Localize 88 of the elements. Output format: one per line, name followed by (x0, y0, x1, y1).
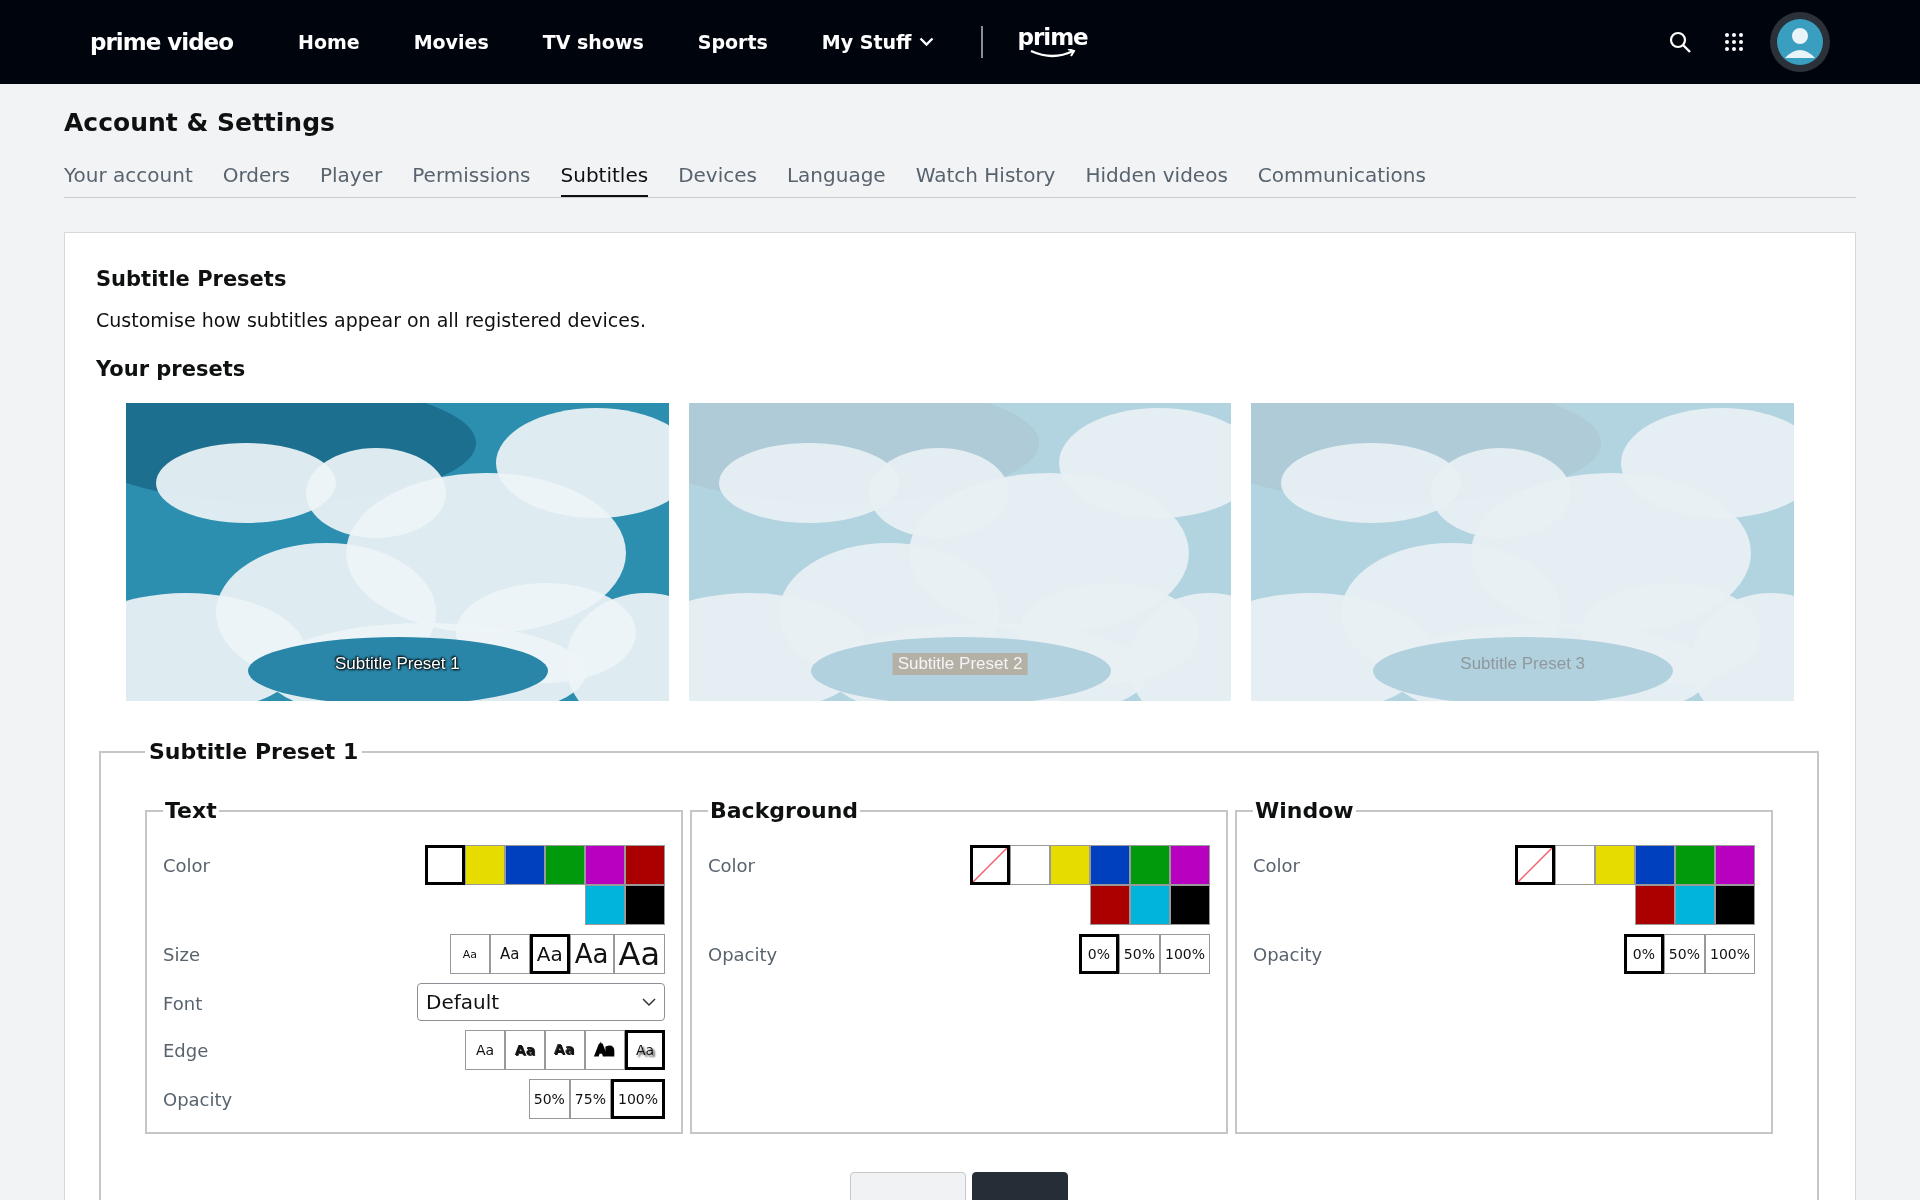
color-swatch[interactable] (970, 845, 1010, 885)
settings-tab[interactable]: Watch History (915, 163, 1056, 197)
color-swatch[interactable] (1715, 885, 1755, 925)
setting-label: Opacity (1253, 943, 1323, 965)
color-swatch[interactable] (1635, 845, 1675, 885)
apps-grid-icon[interactable] (1724, 32, 1744, 52)
nav-link[interactable]: TV shows (515, 31, 671, 53)
color-swatch[interactable] (625, 885, 665, 925)
color-swatch[interactable] (505, 845, 545, 885)
setting-label: Size (163, 943, 200, 965)
color-swatch[interactable] (585, 845, 625, 885)
color-swatch[interactable] (1130, 845, 1170, 885)
preset-thumbnail[interactable]: Subtitle Preset 1 (126, 403, 669, 701)
nav-link[interactable]: My Stuff (794, 31, 962, 53)
size-option[interactable]: Aa (613, 934, 665, 974)
group-title: Text (164, 798, 218, 823)
size-option[interactable]: Aa (569, 934, 614, 974)
color-swatch[interactable] (1675, 845, 1715, 885)
setting-label: Edge (163, 1039, 209, 1061)
settings-tab[interactable]: Orders (222, 163, 290, 197)
search-icon[interactable] (1668, 30, 1692, 54)
opacity-option[interactable]: 50% (528, 1079, 570, 1119)
settings-tab[interactable]: Subtitles (560, 163, 649, 197)
settings-tab[interactable]: Hidden videos (1085, 163, 1228, 197)
settings-tab[interactable]: Devices (678, 163, 757, 197)
color-swatch[interactable] (1130, 885, 1170, 925)
nav-link[interactable]: Sports (670, 31, 795, 53)
setting-label: Opacity (708, 943, 778, 965)
setting-label: Opacity (163, 1088, 233, 1110)
logo[interactable]: prime video (90, 29, 233, 55)
setting-label: Color (708, 854, 755, 876)
opacity-option[interactable]: 0% (1623, 934, 1664, 974)
setting-label: Color (1253, 854, 1300, 876)
group-title: Background (709, 798, 860, 823)
preset-label: Subtitle Preset 1 (333, 653, 461, 675)
setting-label: Font (163, 992, 203, 1014)
color-swatch[interactable] (465, 845, 505, 885)
edge-option[interactable]: Aa (625, 1030, 665, 1070)
color-swatch[interactable] (625, 845, 665, 885)
chevron-icon (642, 997, 656, 1007)
edge-option[interactable]: Aa (545, 1030, 585, 1070)
size-option[interactable]: Aa (449, 934, 490, 974)
color-swatch[interactable] (1170, 885, 1210, 925)
color-swatch[interactable] (1515, 845, 1555, 885)
group-title: Window (1254, 798, 1355, 823)
opacity-option[interactable]: 50% (1118, 934, 1160, 974)
font-dropdown[interactable]: Default (417, 983, 665, 1021)
color-swatch[interactable] (1010, 845, 1050, 885)
opacity-option[interactable]: 0% (1078, 934, 1119, 974)
size-option[interactable]: Aa (489, 934, 530, 974)
opacity-option[interactable]: 100% (1704, 934, 1755, 974)
avatar-icon[interactable] (1770, 12, 1830, 72)
opacity-option[interactable]: 100% (1159, 934, 1210, 974)
color-swatch[interactable] (1170, 845, 1210, 885)
opacity-option[interactable]: 100% (610, 1079, 665, 1119)
opacity-option[interactable]: 50% (1663, 934, 1705, 974)
opacity-option[interactable]: 75% (569, 1079, 611, 1119)
settings-tab[interactable]: Communications (1257, 163, 1426, 197)
settings-tab[interactable]: Your account (64, 163, 193, 197)
settings-tab[interactable]: Permissions (412, 163, 531, 197)
color-swatch[interactable] (1050, 845, 1090, 885)
section-description: Customise how subtitles appear on all registered devices. (96, 309, 646, 331)
nav-link[interactable]: Home (271, 31, 387, 53)
color-swatch[interactable] (1635, 885, 1675, 925)
editor-title: Subtitle Preset 1 (148, 739, 360, 764)
edge-option[interactable]: Aa (465, 1030, 505, 1070)
color-swatch[interactable] (1090, 845, 1130, 885)
settings-tab[interactable]: Language (786, 163, 886, 197)
preset-label: Subtitle Preset 3 (1459, 653, 1587, 675)
brand-logo[interactable]: prime (1017, 25, 1088, 59)
edge-option[interactable]: Aa (505, 1030, 545, 1070)
color-swatch[interactable] (425, 845, 465, 885)
settings-tab[interactable]: Player (320, 163, 383, 197)
color-swatch[interactable] (1595, 845, 1635, 885)
size-option[interactable]: Aa (529, 934, 570, 974)
color-swatch[interactable] (545, 845, 585, 885)
color-swatch[interactable] (1675, 885, 1715, 925)
color-swatch[interactable] (1090, 885, 1130, 925)
section-title: Subtitle Presets (96, 267, 287, 291)
section-title: Your presets (96, 357, 246, 381)
color-swatch[interactable] (1555, 845, 1595, 885)
edge-option[interactable]: Aa (585, 1030, 625, 1070)
color-swatch[interactable] (585, 885, 625, 925)
color-swatch[interactable] (1715, 845, 1755, 885)
setting-label: Color (163, 854, 210, 876)
page-title: Account & Settings (64, 108, 335, 137)
nav-link[interactable]: Movies (386, 31, 516, 53)
preset-label: Subtitle Preset 2 (892, 653, 1028, 675)
